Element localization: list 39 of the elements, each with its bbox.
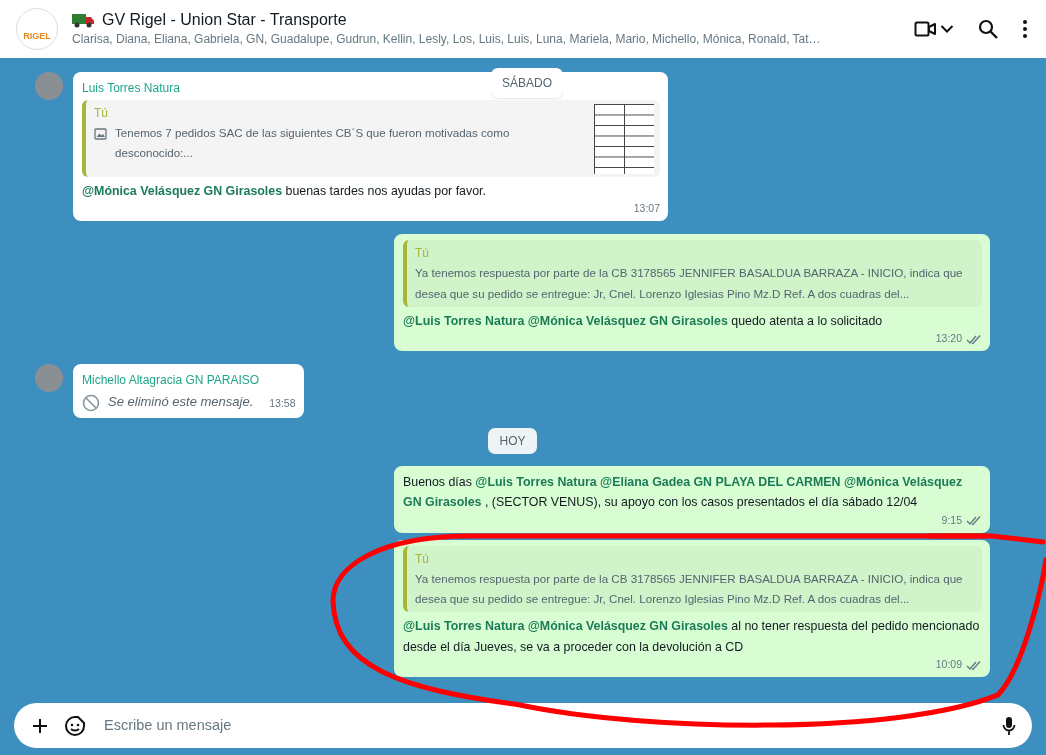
microphone-icon[interactable] xyxy=(1002,715,1016,736)
message-composer[interactable]: Escribe un mensaje xyxy=(14,703,1032,748)
prohibited-icon xyxy=(82,393,100,412)
message-time: 10:09 xyxy=(935,657,962,673)
quote-text: Tenemos 7 pedidos SAC de las siguientes CB´S que fueron motivadas como desconocido:... xyxy=(115,125,511,162)
logo-text: RIGEL xyxy=(23,29,51,43)
deleted-message-text: Se eliminó este mensaje. xyxy=(108,393,254,411)
plus-icon[interactable] xyxy=(32,717,48,734)
chevron-down-icon xyxy=(940,24,954,34)
sticker-icon[interactable] xyxy=(64,714,86,737)
message-text: @Mónica Velásquez GN Girasoles buenas tardes nos ayudas por favor. xyxy=(82,183,487,200)
message-text: @Luis Torres Natura @Mónica Velásquez GN Girasoles quedo atenta a lo solicitado xyxy=(403,312,884,330)
message-input[interactable]: Escribe un mensaje xyxy=(102,713,986,738)
quote-author: Tú xyxy=(415,550,430,568)
quote-author: Tú xyxy=(94,105,109,122)
message-text: @Luis Torres Natura @Mónica Velásquez GN Girasoles al no tener respuesta del pedido mencionado desde el día Jueves, se va a proceder con la devolución a CD xyxy=(403,618,981,656)
quote-text: Ya tenemos respuesta por parte de la CB 3178565 JENNIFER BASALDUA BARRAZA - INICIO, indica que desea que su pedido se entregue: Jr, Cnel. Lorenzo Iglesias Pino Mz.D Ref. A dos cuadras del... xyxy=(415,570,964,607)
message-time: 13:20 xyxy=(935,331,962,347)
video-camera-icon xyxy=(914,20,936,38)
sender-name[interactable]: Michello Altagracia GN PARAISO xyxy=(82,371,260,389)
message-time: 9:15 xyxy=(941,512,962,528)
date-separator: HOY xyxy=(488,427,537,454)
search-icon[interactable] xyxy=(978,19,998,39)
truck-icon xyxy=(72,12,94,28)
menu-icon[interactable] xyxy=(1022,19,1028,39)
message-time: 13:58 xyxy=(269,395,296,411)
quoted-message[interactable]: Tú Ya tenemos respuesta por parte de la CB 3178565 JENNIFER BASALDUA BARRAZA - INICIO, indica que desea que su pedido se entregue: Jr, Cnel. Lorenzo Iglesias Pino Mz.D Ref. A dos cuadras del... xyxy=(403,240,982,307)
quote-text: Ya tenemos respuesta por parte de la CB 3178565 JENNIFER BASALDUA BARRAZA - INICIO, indica que desea que su pedido se entregue: Jr, Cnel. Lorenzo Iglesias Pino Mz.D Ref. A dos cuadras del... xyxy=(415,265,964,302)
quote-author: Tú xyxy=(415,245,430,263)
sender-name[interactable]: Luis Torres Natura xyxy=(82,79,180,97)
quoted-message[interactable]: Tú Tenemos 7 pedidos SAC de las siguientes CB´S que fueron motivadas como desconocido:... xyxy=(82,100,660,177)
message-text: Buenos días @Luis Torres Natura @Eliana Gadea GN PLAYA DEL CARMEN @Mónica Velásquez GN Girasoles , (SECTOR VENUS), su apoyo con los casos presentados el día sábado 12/04 xyxy=(403,474,964,512)
message-time: 13:07 xyxy=(633,201,660,217)
spreadsheet-thumbnail xyxy=(594,104,654,174)
group-title: GV Rigel - Union Star - Transporte xyxy=(102,10,347,30)
date-separator: SÁBADO xyxy=(491,68,563,98)
video-call-button[interactable] xyxy=(914,20,954,38)
quoted-message[interactable]: Tú Ya tenemos respuesta por parte de la CB 3178565 JENNIFER BASALDUA BARRAZA - INICIO, indica que desea que su pedido se entregue: Jr, Cnel. Lorenzo Iglesias Pino Mz.D Ref. A dos cuadras del... xyxy=(403,545,982,613)
member-list: Clarisa, Diana, Eliana, Gabriela, GN, Guadalupe, Gudrun, Kellin, Lesly, Los, Luis, Luis, Luna, Mariela, Mario, Michello, Mónica, Ronald, Tat… xyxy=(72,29,900,48)
